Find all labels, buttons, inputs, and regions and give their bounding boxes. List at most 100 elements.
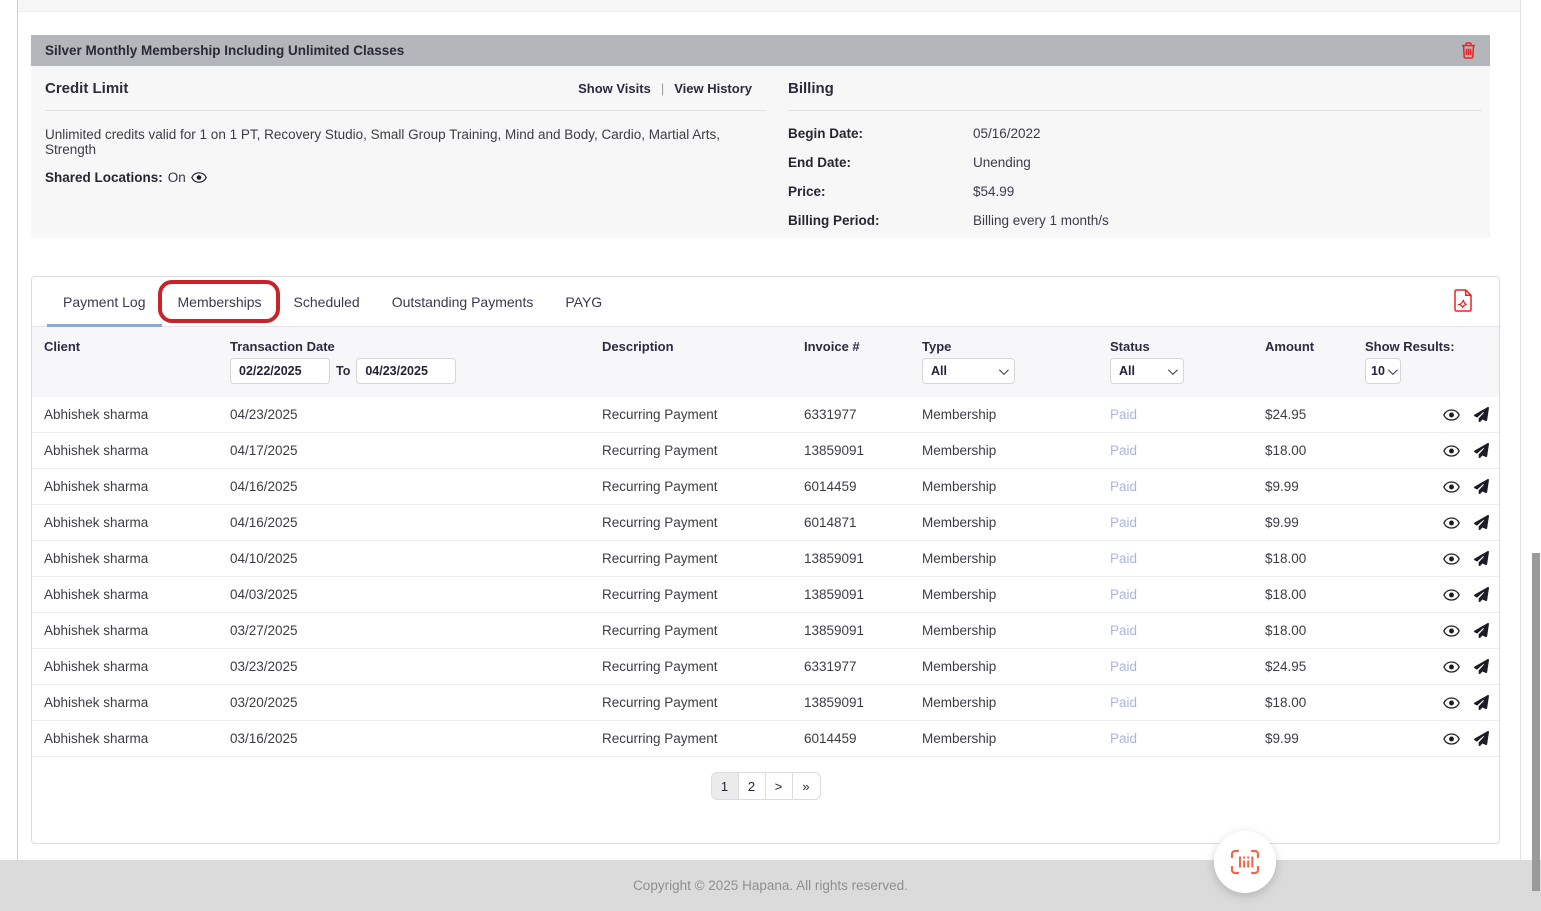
send-receipt-paper-plane-icon[interactable] <box>1474 623 1489 638</box>
cell-description: Recurring Payment <box>602 443 804 458</box>
billing-period-label: Billing Period: <box>788 213 973 228</box>
table-row: Abhishek sharma 04/16/2025 Recurring Pay… <box>32 469 1499 505</box>
credit-limit-divider <box>45 110 766 111</box>
show-results-value: 10 <box>1371 364 1385 378</box>
date-to-input[interactable] <box>356 358 456 384</box>
send-receipt-paper-plane-icon[interactable] <box>1474 551 1489 566</box>
show-visits-link[interactable]: Show Visits <box>578 81 651 96</box>
col-header-description: Description <box>602 336 804 356</box>
cell-type: Membership <box>922 479 1110 494</box>
status-badge: Paid <box>1110 659 1265 674</box>
cell-client: Abhishek sharma <box>44 695 230 710</box>
send-receipt-paper-plane-icon[interactable] <box>1474 659 1489 674</box>
cell-description: Recurring Payment <box>602 407 804 422</box>
pagination-page-2[interactable]: 2 <box>739 773 766 799</box>
barcode-scan-button[interactable] <box>1214 831 1276 893</box>
cell-date: 04/16/2025 <box>230 479 602 494</box>
col-header-transaction-date: Transaction Date <box>230 336 602 356</box>
status-badge: Paid <box>1110 731 1265 746</box>
tab-payg[interactable]: PAYG <box>549 277 618 326</box>
tab-payment-log[interactable]: Payment Log <box>47 277 162 326</box>
cell-amount: $18.00 <box>1265 695 1365 710</box>
membership-card-body: Credit Limit Show Visits | View History … <box>31 66 1490 238</box>
view-payment-eye-icon[interactable] <box>1443 589 1460 601</box>
vertical-scrollbar-thumb[interactable] <box>1532 553 1540 891</box>
shared-locations-label: Shared Locations: <box>45 170 163 185</box>
send-receipt-paper-plane-icon[interactable] <box>1474 515 1489 530</box>
pagination-next[interactable]: > <box>766 773 793 799</box>
type-filter-value: All <box>931 364 947 378</box>
view-payment-eye-icon[interactable] <box>1443 481 1460 493</box>
status-filter-select[interactable]: All <box>1110 358 1184 384</box>
cell-type: Membership <box>922 515 1110 530</box>
send-receipt-paper-plane-icon[interactable] <box>1474 695 1489 710</box>
panel-right-border <box>1520 0 1521 860</box>
view-payment-eye-icon[interactable] <box>1443 733 1460 745</box>
view-payment-eye-icon[interactable] <box>1443 661 1460 673</box>
table-row: Abhishek sharma 04/03/2025 Recurring Pay… <box>32 577 1499 613</box>
pagination-page-1[interactable]: 1 <box>712 773 739 799</box>
cell-description: Recurring Payment <box>602 587 804 602</box>
cell-description: Recurring Payment <box>602 515 804 530</box>
table-row: Abhishek sharma 04/16/2025 Recurring Pay… <box>32 505 1499 541</box>
price-label: Price: <box>788 184 973 199</box>
cell-client: Abhishek sharma <box>44 659 230 674</box>
pagination-last[interactable]: » <box>793 773 820 799</box>
cell-type: Membership <box>922 443 1110 458</box>
date-from-input[interactable] <box>230 358 330 384</box>
view-payment-eye-icon[interactable] <box>1443 697 1460 709</box>
to-label: To <box>336 364 350 378</box>
send-receipt-paper-plane-icon[interactable] <box>1474 479 1489 494</box>
price-value: $54.99 <box>973 184 1014 199</box>
view-payment-eye-icon[interactable] <box>1443 553 1460 565</box>
table-row: Abhishek sharma 03/16/2025 Recurring Pay… <box>32 721 1499 757</box>
view-payment-eye-icon[interactable] <box>1443 445 1460 457</box>
status-badge: Paid <box>1110 479 1265 494</box>
membership-title: Silver Monthly Membership Including Unli… <box>45 43 404 58</box>
cell-client: Abhishek sharma <box>44 407 230 422</box>
col-header-show-results: Show Results: <box>1365 336 1499 356</box>
send-receipt-paper-plane-icon[interactable] <box>1474 731 1489 746</box>
end-date-label: End Date: <box>788 155 973 170</box>
cell-description: Recurring Payment <box>602 551 804 566</box>
cell-amount: $18.00 <box>1265 443 1365 458</box>
table-filter-band: Client Transaction Date To Description I… <box>32 327 1499 397</box>
pagination: 1 2 > » <box>32 772 1499 800</box>
cell-type: Membership <box>922 623 1110 638</box>
cell-amount: $9.99 <box>1265 731 1365 746</box>
status-badge: Paid <box>1110 407 1265 422</box>
shared-locations-value: On <box>168 170 186 185</box>
billing-divider <box>788 110 1482 111</box>
cell-description: Recurring Payment <box>602 623 804 638</box>
cell-date: 04/10/2025 <box>230 551 602 566</box>
view-history-link[interactable]: View History <box>674 81 752 96</box>
cell-type: Membership <box>922 587 1110 602</box>
delete-membership-trash-icon[interactable] <box>1461 42 1476 59</box>
status-badge: Paid <box>1110 695 1265 710</box>
view-payment-eye-icon[interactable] <box>1443 409 1460 421</box>
col-header-type: Type <box>922 336 1110 356</box>
type-filter-select[interactable]: All <box>922 358 1015 384</box>
cell-amount: $24.95 <box>1265 659 1365 674</box>
begin-date-label: Begin Date: <box>788 126 973 141</box>
status-filter-value: All <box>1119 364 1135 378</box>
send-receipt-paper-plane-icon[interactable] <box>1474 443 1489 458</box>
shared-locations-eye-icon[interactable] <box>191 172 207 183</box>
billing-section: Billing Begin Date: 05/16/2022 End Date:… <box>788 66 1490 238</box>
status-badge: Paid <box>1110 515 1265 530</box>
view-payment-eye-icon[interactable] <box>1443 625 1460 637</box>
tab-outstanding-payments[interactable]: Outstanding Payments <box>376 277 550 326</box>
tab-bar: Payment Log Memberships Scheduled Outsta… <box>32 277 1499 327</box>
show-results-select[interactable]: 10 <box>1365 358 1401 384</box>
view-payment-eye-icon[interactable] <box>1443 517 1460 529</box>
export-pdf-icon[interactable] <box>1454 289 1473 312</box>
send-receipt-paper-plane-icon[interactable] <box>1474 407 1489 422</box>
cell-type: Membership <box>922 659 1110 674</box>
tab-memberships[interactable]: Memberships <box>162 277 278 326</box>
table-row: Abhishek sharma 04/10/2025 Recurring Pay… <box>32 541 1499 577</box>
table-row: Abhishek sharma 03/20/2025 Recurring Pay… <box>32 685 1499 721</box>
send-receipt-paper-plane-icon[interactable] <box>1474 587 1489 602</box>
tab-scheduled[interactable]: Scheduled <box>278 277 376 326</box>
billing-row-begin-date: Begin Date: 05/16/2022 <box>788 119 1482 148</box>
cell-description: Recurring Payment <box>602 479 804 494</box>
